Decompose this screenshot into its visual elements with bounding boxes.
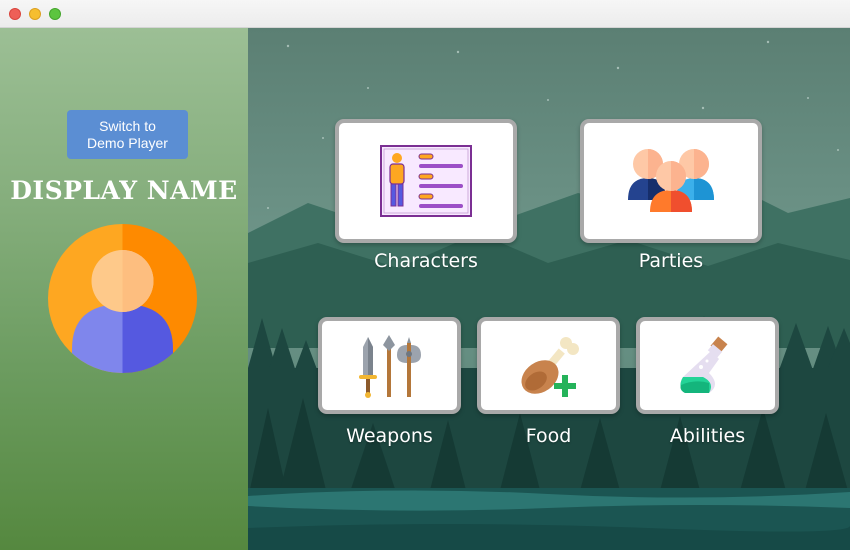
characters-label[interactable]: Characters	[335, 250, 517, 272]
forest-background	[248, 28, 850, 550]
main-area: Characters Parties Weapons Food Abilitie…	[248, 28, 850, 550]
sidebar: Switch to Demo Player DISPLAY NAME	[0, 28, 248, 550]
character-sheet-icon	[380, 145, 472, 217]
title-bar	[0, 0, 850, 28]
maximize-window-button[interactable]	[49, 8, 61, 20]
weapons-icon	[358, 334, 421, 398]
app-window: Switch to Demo Player DISPLAY NAME Chara…	[0, 0, 850, 550]
group-icon	[628, 149, 714, 212]
abilities-tile[interactable]	[636, 317, 779, 414]
weapons-tile[interactable]	[318, 317, 461, 414]
minimize-window-button[interactable]	[29, 8, 41, 20]
abilities-label[interactable]: Abilities	[636, 425, 779, 447]
parties-tile[interactable]	[580, 119, 762, 243]
switch-to-demo-player-button[interactable]: Switch to Demo Player	[67, 110, 188, 159]
close-window-button[interactable]	[9, 8, 21, 20]
food-tile[interactable]	[477, 317, 620, 414]
food-label[interactable]: Food	[477, 425, 620, 447]
switch-button-label-line1: Switch to	[99, 117, 156, 134]
parties-label[interactable]: Parties	[580, 250, 762, 272]
display-name: DISPLAY NAME	[10, 176, 238, 205]
switch-button-label-line2: Demo Player	[87, 134, 168, 151]
characters-tile[interactable]	[335, 119, 517, 243]
weapons-label[interactable]: Weapons	[318, 425, 461, 447]
user-avatar-icon	[48, 224, 197, 373]
potion-icon	[679, 336, 727, 393]
food-icon	[520, 336, 579, 397]
